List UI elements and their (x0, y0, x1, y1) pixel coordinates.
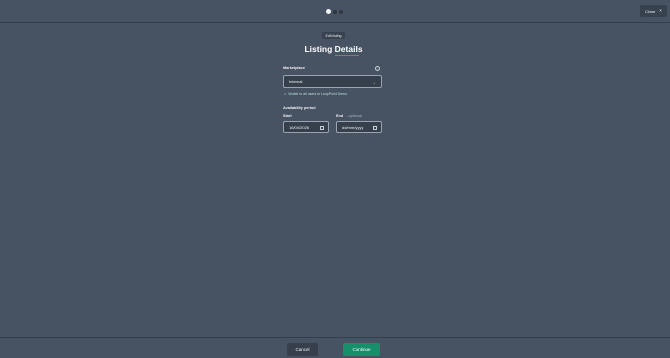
home-icon: ⌂ (284, 92, 287, 96)
footer-bar (0, 337, 670, 358)
calendar-icon[interactable] (373, 126, 377, 130)
marketplace-label: Marketplace (283, 66, 305, 70)
close-button[interactable]: Close × (640, 5, 667, 17)
marketplace-select[interactable]: Internal ⌄ (283, 75, 382, 88)
marketplace-value: Internal (289, 79, 303, 84)
step-dot-1 (326, 9, 331, 14)
visibility-hint: ⌂ Visible to all users in LoopPoint Demo (284, 92, 347, 96)
close-icon: × (659, 7, 662, 13)
chevron-down-icon: ⌄ (372, 79, 376, 85)
close-label: Close (645, 8, 656, 14)
end-optional-text: - optional (346, 114, 362, 118)
end-date-input[interactable]: dd/mm/yyyy (336, 121, 382, 133)
title-underline (335, 54, 359, 56)
visibility-hint-text: Visible to all users in LoopPoint Demo (288, 92, 348, 96)
edit-listing-pill: Edit listing (322, 32, 345, 39)
step-dot-3 (339, 9, 343, 14)
start-date-input[interactable]: 16/04/2026 (283, 121, 329, 133)
step-dot-2 (333, 9, 337, 14)
end-label-text: End (336, 114, 344, 118)
info-icon[interactable]: i (375, 66, 380, 71)
top-bar: Close × (0, 0, 670, 23)
start-label: Start (283, 114, 292, 118)
listing-details-page: Close × Edit listing Listing Details Mar… (0, 0, 670, 358)
page-title: Listing Details (304, 44, 363, 54)
availability-period-label: Availability period (283, 106, 316, 110)
step-indicator (326, 9, 343, 14)
end-date-placeholder: dd/mm/yyyy (342, 124, 364, 130)
calendar-icon[interactable] (320, 126, 324, 130)
continue-button[interactable]: Continue (343, 343, 380, 356)
end-label: End - optional (336, 114, 362, 118)
cancel-button[interactable]: Cancel (287, 343, 318, 356)
start-date-value: 16/04/2026 (289, 124, 310, 130)
